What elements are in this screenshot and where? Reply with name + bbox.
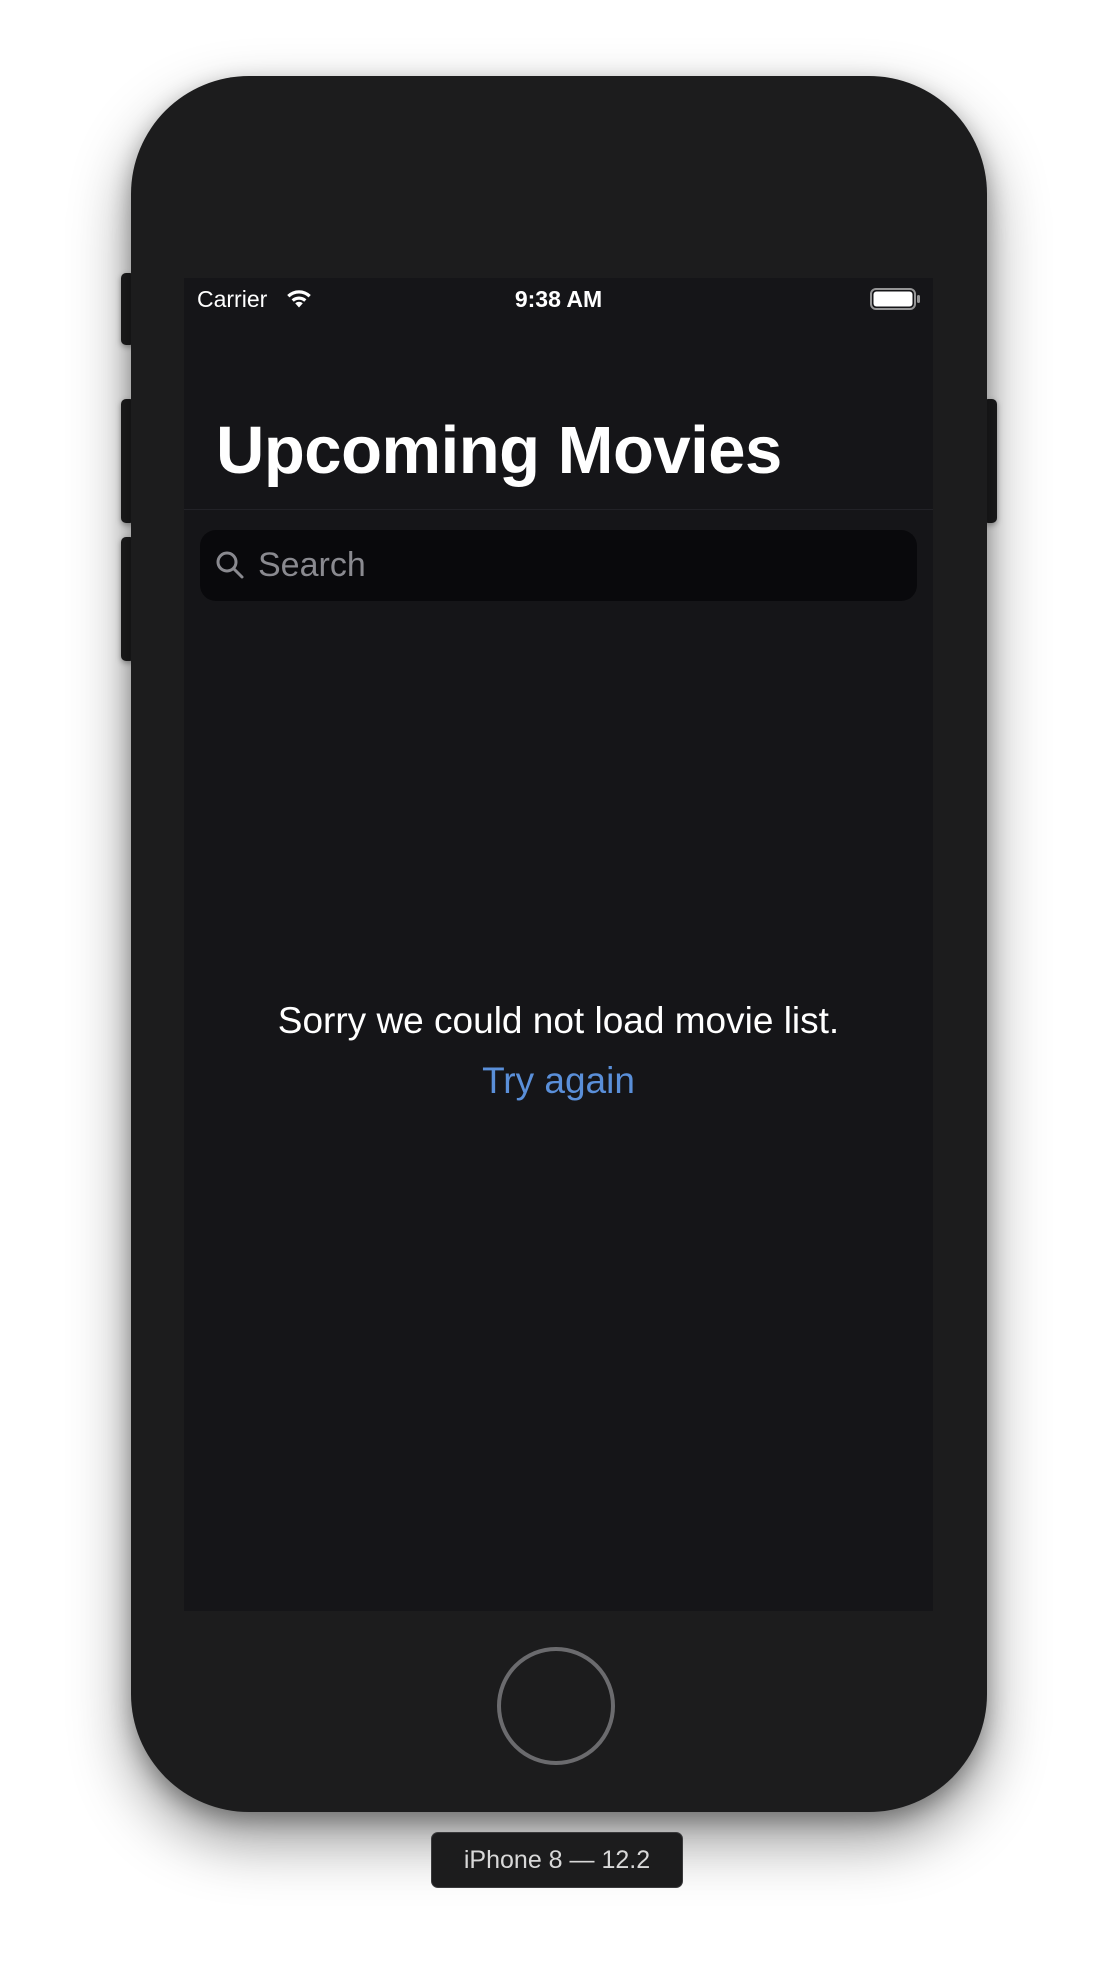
error-message: Sorry we could not load movie list.	[277, 1000, 840, 1041]
search-icon	[216, 551, 244, 579]
search-bar[interactable]	[200, 530, 917, 601]
app-screen: Carrier 9:38 AM Upcoming Movies Sorry we…	[184, 278, 933, 1611]
page-title: Upcoming Movies	[216, 413, 782, 488]
nav-divider	[184, 509, 933, 510]
try-again-button[interactable]: Try again	[184, 1060, 933, 1102]
simulator-stage: Carrier 9:38 AM Upcoming Movies Sorry we…	[0, 0, 1118, 1962]
clock: 9:38 AM	[514, 286, 603, 312]
home-button[interactable]	[497, 1647, 615, 1765]
battery-icon	[870, 288, 920, 310]
search-input[interactable]	[258, 538, 898, 592]
status-bar: Carrier 9:38 AM	[184, 278, 933, 320]
device-label: iPhone 8 — 12.2	[431, 1832, 683, 1888]
